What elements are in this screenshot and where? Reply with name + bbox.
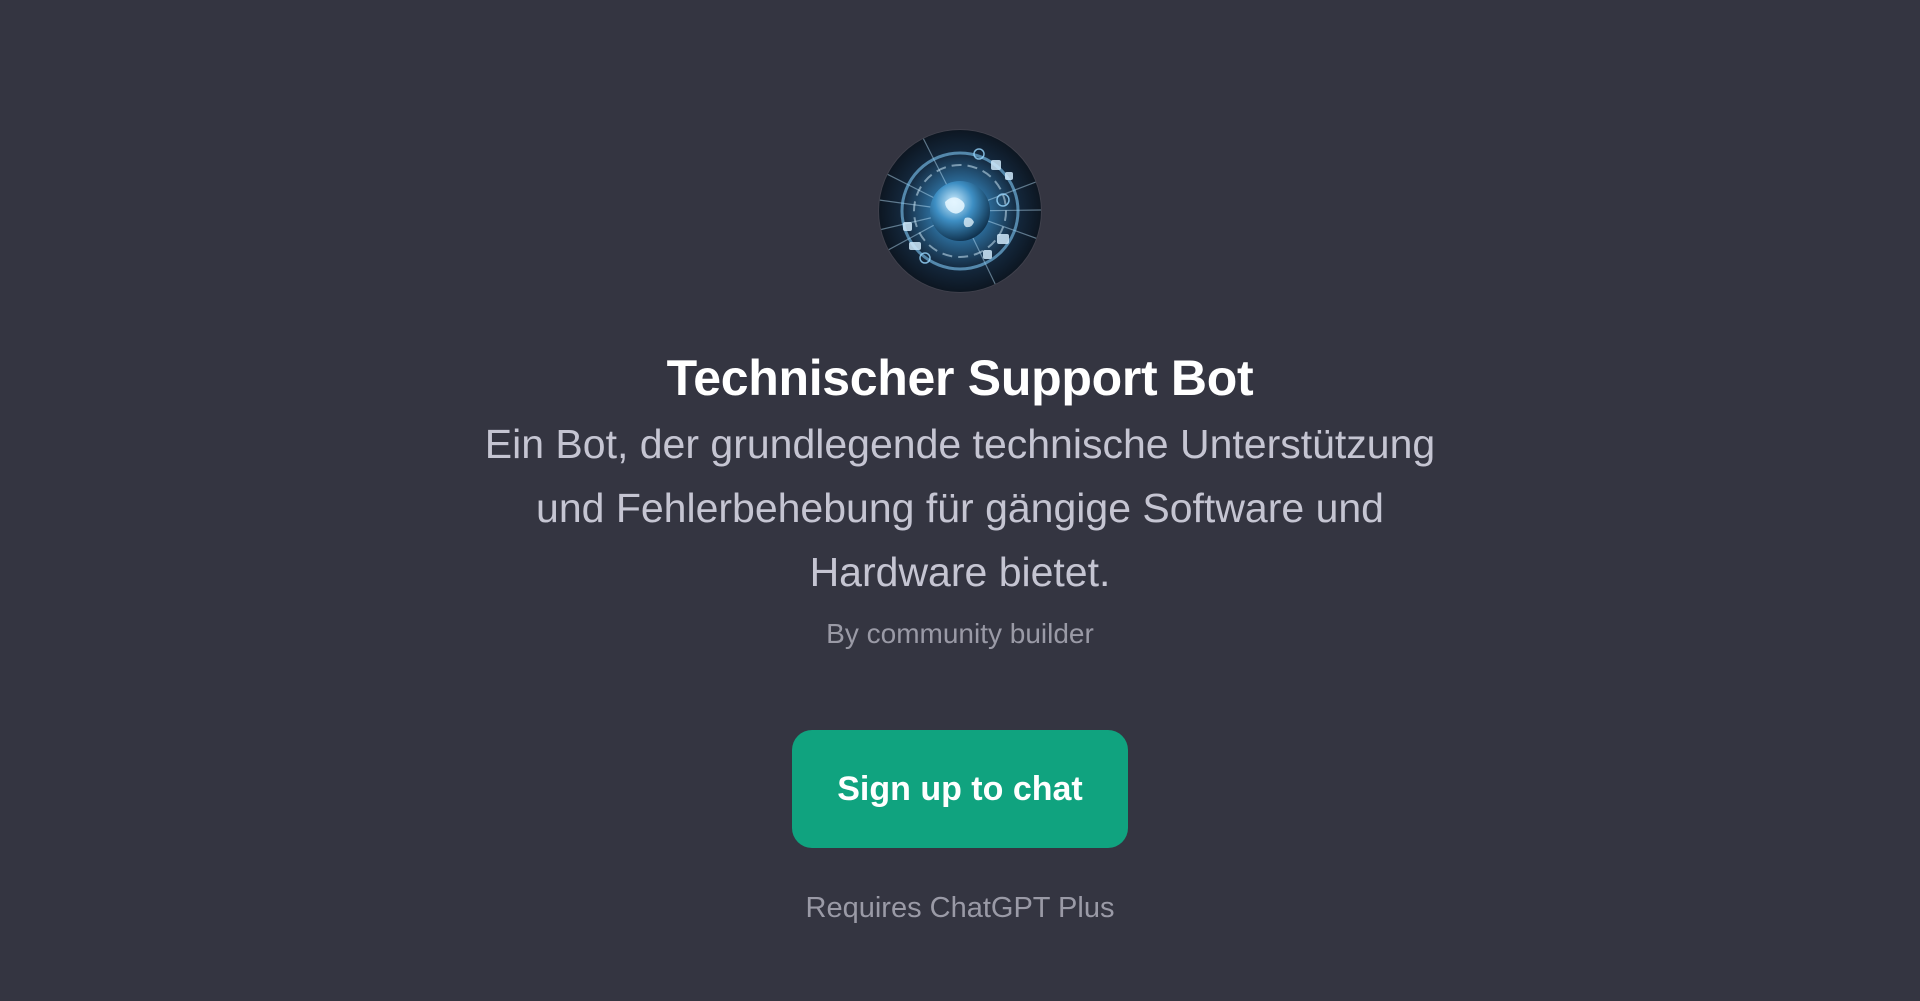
gpt-description: Ein Bot, der grundlegende technische Unt… xyxy=(484,421,1436,595)
plan-requirement-note: Requires ChatGPT Plus xyxy=(805,892,1115,924)
gpt-avatar xyxy=(879,130,1041,292)
gpt-title: Technischer Support Bot xyxy=(666,350,1254,406)
sign-up-button[interactable]: Sign up to chat xyxy=(792,730,1128,848)
gpt-landing-page: Technischer Support Bot Ein Bot, der gru… xyxy=(0,0,1920,1001)
gpt-author: By community builder xyxy=(826,618,1094,649)
globe-circuit-icon xyxy=(879,130,1041,292)
